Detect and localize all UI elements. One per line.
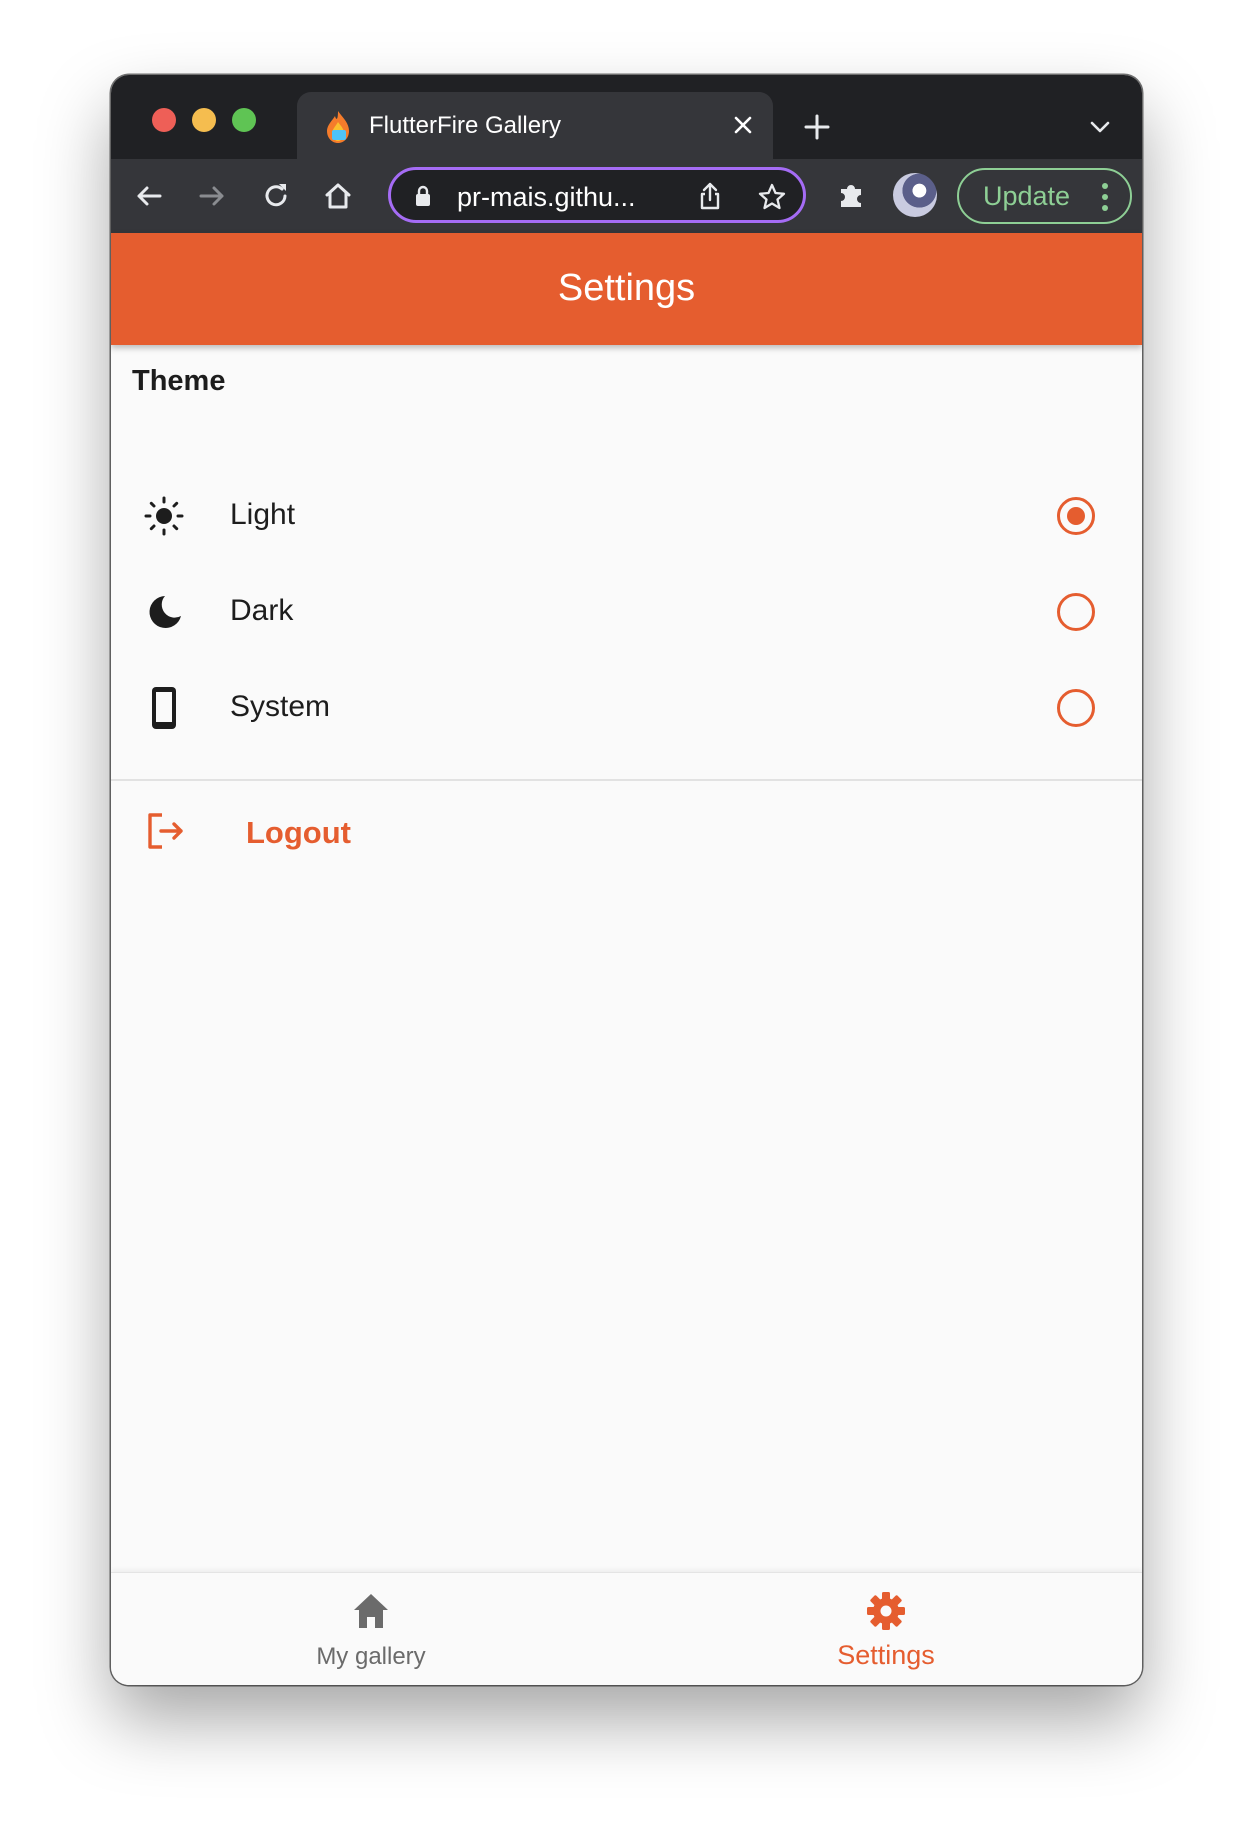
nav-label: My gallery <box>316 1643 426 1670</box>
flutterfire-favicon-icon <box>327 111 349 143</box>
back-arrow-icon[interactable] <box>132 179 166 213</box>
chevron-down-icon[interactable] <box>1085 115 1115 139</box>
logout-icon <box>148 813 183 849</box>
nav-label: Settings <box>837 1640 935 1670</box>
divider <box>111 779 1142 781</box>
profile-avatar[interactable] <box>893 173 937 217</box>
update-label: Update <box>983 181 1071 211</box>
theme-option-label: Dark <box>230 594 294 627</box>
maximize-window-button[interactable] <box>232 108 256 132</box>
light-radio-button[interactable] <box>1057 497 1095 535</box>
bookmark-star-icon[interactable] <box>757 182 787 212</box>
close-tab-icon[interactable] <box>729 111 757 139</box>
theme-section-title: Theme <box>132 365 226 397</box>
logout-button[interactable]: Logout <box>111 785 1142 881</box>
page-title: Settings <box>557 267 696 309</box>
gear-icon <box>867 1592 905 1630</box>
address-bar[interactable]: pr-mais.githu... <box>388 167 806 223</box>
url-text: pr-mais.githu... <box>457 182 636 212</box>
extensions-puzzle-icon[interactable] <box>835 177 869 211</box>
share-icon[interactable] <box>696 181 724 211</box>
home-icon <box>354 1594 388 1628</box>
moon-icon <box>149 596 181 628</box>
tab-title: FlutterFire Gallery <box>369 112 562 139</box>
update-button[interactable]: Update <box>957 168 1132 224</box>
theme-option-dark[interactable]: Dark <box>111 564 1142 660</box>
close-window-button[interactable] <box>152 108 176 132</box>
logout-label: Logout <box>246 815 352 850</box>
new-tab-icon[interactable] <box>801 111 833 143</box>
nav-item-settings[interactable]: Settings <box>761 1573 1011 1683</box>
home-button-icon[interactable] <box>321 179 355 213</box>
theme-option-label: System <box>230 690 331 723</box>
more-vert-icon[interactable] <box>1099 181 1111 213</box>
theme-option-label: Light <box>230 498 296 531</box>
tab-strip: FlutterFire Gallery <box>111 75 1142 159</box>
sun-icon <box>144 496 184 536</box>
bottom-navigation: My gallery Settings <box>111 1572 1142 1685</box>
forward-arrow-icon[interactable] <box>195 179 229 213</box>
app-bar: Settings <box>111 233 1142 345</box>
browser-tab[interactable]: FlutterFire Gallery <box>297 92 773 159</box>
theme-option-light[interactable]: Light <box>111 468 1142 564</box>
phone-icon <box>152 687 176 729</box>
minimize-window-button[interactable] <box>192 108 216 132</box>
nav-item-my-gallery[interactable]: My gallery <box>246 1573 496 1683</box>
browser-window: FlutterFire Gallery pr-mais.githu... Upd… <box>111 75 1142 1685</box>
lock-icon <box>416 185 430 206</box>
reload-icon[interactable] <box>259 179 293 213</box>
dark-radio-button[interactable] <box>1057 593 1095 631</box>
theme-option-system[interactable]: System <box>111 660 1142 756</box>
browser-toolbar: pr-mais.githu... Update <box>111 159 1142 233</box>
system-radio-button[interactable] <box>1057 689 1095 727</box>
